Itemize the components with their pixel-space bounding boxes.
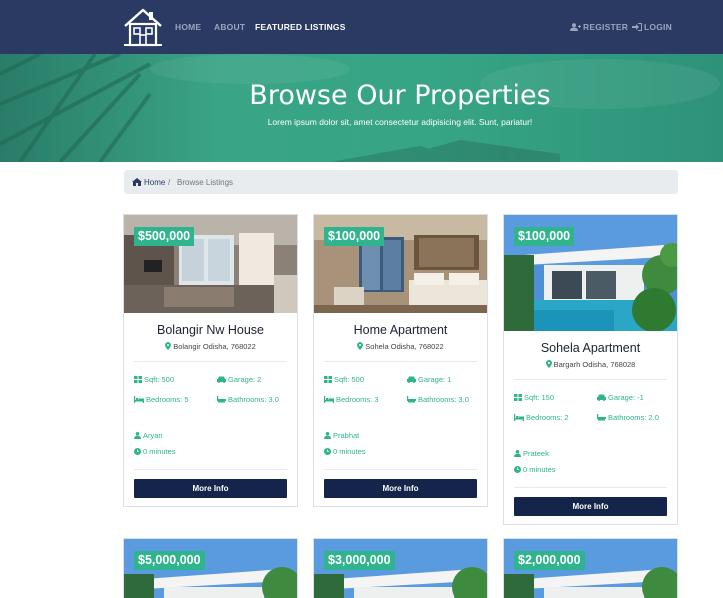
user-plus-icon — [570, 23, 581, 31]
map-marker-icon — [545, 360, 552, 368]
divider — [134, 361, 287, 362]
more-info-button[interactable]: More Info — [134, 479, 287, 498]
house-logo-icon[interactable] — [122, 6, 164, 48]
bedrooms-info: Bedrooms: 2 — [514, 413, 569, 422]
sqft-info: Sqft: 500 — [134, 375, 174, 384]
home-icon — [132, 178, 142, 186]
realtor-info: Prateek — [514, 449, 549, 458]
register-label: REGISTER — [583, 22, 629, 32]
car-icon — [597, 394, 606, 401]
bathrooms-info: Bathrooms: 3.0 — [217, 395, 279, 404]
listing-title[interactable]: Bolangir Nw House — [124, 323, 297, 337]
listing-time: 0 minutes — [514, 465, 556, 474]
bed-icon — [514, 414, 524, 421]
bath-icon — [407, 396, 416, 403]
map-marker-icon — [165, 342, 172, 350]
breadcrumb: Home / Browse Listings — [124, 170, 678, 194]
garage-info: Garage: 2 — [217, 375, 261, 384]
breadcrumb-separator: / — [168, 178, 171, 187]
price-badge: $100,000 — [324, 227, 385, 246]
map-marker-icon — [357, 342, 364, 350]
bed-icon — [134, 396, 144, 403]
sign-in-icon — [632, 23, 642, 31]
listing-time: 0 minutes — [324, 447, 366, 456]
listing-card: $500,000 Bolangir Nw House Bolangir Odis… — [123, 214, 298, 507]
clock-icon — [134, 448, 141, 455]
listing-location: Bargarh Odisha, 768028 — [504, 360, 677, 369]
sqft-info: Sqft: 150 — [514, 393, 554, 402]
garage-info: Garage: -1 — [597, 393, 644, 402]
divider — [134, 469, 287, 470]
price-badge: $100,000 — [514, 227, 575, 246]
listing-card: $100,000 Home Apartment Sohela Odisha, 7… — [313, 214, 488, 507]
bathrooms-info: Bathrooms: 2.0 — [597, 413, 659, 422]
bedrooms-info: Bedrooms: 3 — [324, 395, 379, 404]
divider — [324, 361, 477, 362]
listing-card: $2,000,000 — [503, 538, 678, 598]
listing-card: $3,000,000 — [313, 538, 488, 598]
price-badge: $5,000,000 — [134, 551, 205, 570]
nav-about-link[interactable]: ABOUT — [214, 22, 245, 32]
clock-icon — [324, 448, 331, 455]
divider — [514, 379, 667, 380]
divider — [514, 487, 667, 488]
bathrooms-info: Bathrooms: 3.0 — [407, 395, 469, 404]
realtor-info: Prabhat — [324, 431, 359, 440]
more-info-button[interactable]: More Info — [514, 497, 667, 516]
bed-icon — [324, 396, 334, 403]
sqft-info: Sqft: 500 — [324, 375, 364, 384]
user-icon — [514, 450, 521, 457]
listing-time: 0 minutes — [134, 447, 176, 456]
navbar: HOME ABOUT FEATURED LISTINGS REGISTER LO… — [0, 0, 723, 54]
breadcrumb-home-link[interactable]: Home — [132, 178, 165, 187]
garage-info: Garage: 1 — [407, 375, 451, 384]
clock-icon — [514, 466, 521, 473]
user-icon — [324, 432, 331, 439]
user-icon — [134, 432, 141, 439]
breadcrumb-current: Browse Listings — [177, 178, 234, 187]
th-large-icon — [514, 394, 522, 401]
price-badge: $3,000,000 — [324, 551, 395, 570]
hero-subtitle: Lorem ipsum dolor sit, amet consectetur … — [267, 117, 533, 127]
breadcrumb-home-label: Home — [144, 178, 166, 187]
th-large-icon — [324, 376, 332, 383]
register-link[interactable]: REGISTER — [570, 22, 628, 32]
listing-location: Sohela Odisha, 768022 — [314, 342, 487, 351]
listing-title[interactable]: Home Apartment — [314, 323, 487, 337]
bedrooms-info: Bedrooms: 5 — [134, 395, 189, 404]
divider — [324, 469, 477, 470]
price-badge: $2,000,000 — [514, 551, 585, 570]
price-badge: $500,000 — [134, 227, 195, 246]
th-large-icon — [134, 376, 142, 383]
car-icon — [407, 376, 416, 383]
login-link[interactable]: LOGIN — [632, 22, 672, 32]
page-title: Browse Our Properties — [249, 80, 551, 111]
bath-icon — [217, 396, 226, 403]
bath-icon — [597, 414, 606, 421]
nav-home-link[interactable]: HOME — [175, 22, 201, 32]
login-label: LOGIN — [644, 22, 672, 32]
listing-location: Bolangir Odisha, 768022 — [124, 342, 297, 351]
nav-featured-listings-link[interactable]: FEATURED LISTINGS — [255, 22, 346, 32]
car-icon — [217, 376, 226, 383]
listing-card: $100,000 Sohela Apartment Bargarh Odisha… — [503, 214, 678, 525]
listing-title[interactable]: Sohela Apartment — [504, 341, 677, 355]
more-info-button[interactable]: More Info — [324, 479, 477, 498]
listing-card: $5,000,000 — [123, 538, 298, 598]
realtor-info: Aryan — [134, 431, 163, 440]
